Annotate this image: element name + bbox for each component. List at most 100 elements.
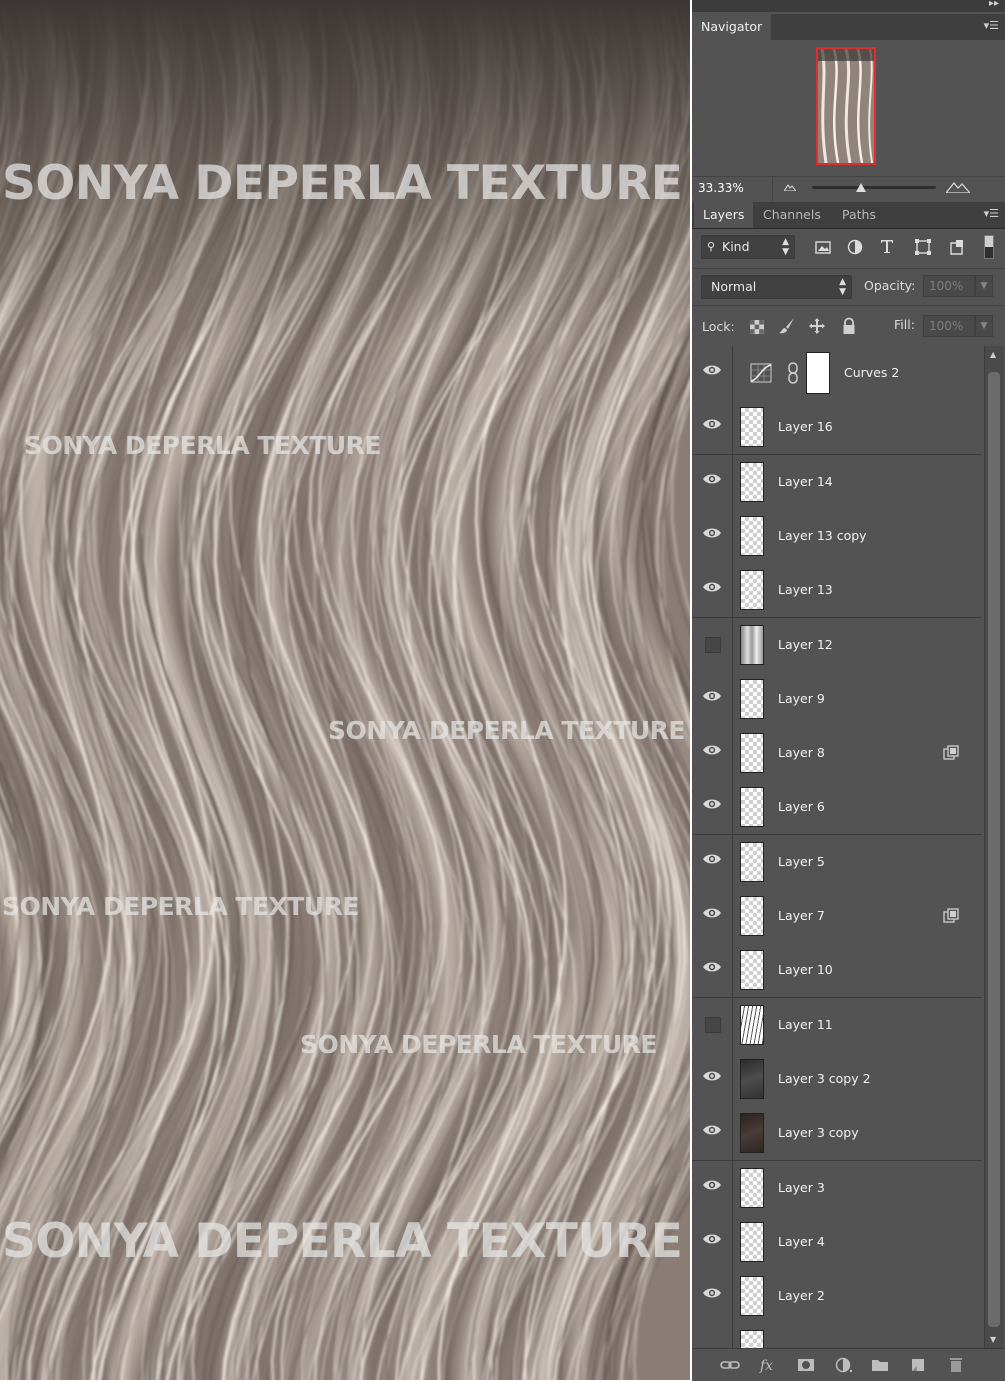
hidden-visibility-box[interactable] bbox=[705, 637, 721, 653]
layer-thumbnail[interactable] bbox=[740, 1168, 764, 1208]
lock-image-pixels-icon[interactable] bbox=[778, 317, 796, 335]
visibility-cell[interactable] bbox=[692, 835, 733, 889]
tab-navigator[interactable]: Navigator bbox=[692, 14, 772, 40]
visibility-cell[interactable] bbox=[692, 563, 733, 617]
layer-thumbnail[interactable] bbox=[740, 787, 764, 827]
layer-row[interactable]: Layer 7 bbox=[692, 889, 982, 944]
eye-icon[interactable] bbox=[702, 689, 722, 706]
layer-name[interactable]: Layer 5 bbox=[778, 854, 825, 869]
layer-row[interactable]: Layer 9 bbox=[692, 672, 982, 727]
filter-type-layers-icon[interactable] bbox=[878, 237, 896, 255]
zoom-slider-handle[interactable] bbox=[856, 183, 866, 192]
opacity-dropdown-icon[interactable]: ▼ bbox=[975, 275, 993, 297]
eye-icon[interactable] bbox=[702, 1178, 722, 1195]
collapse-panels-icon[interactable]: ▸▸ bbox=[989, 0, 999, 9]
eye-icon[interactable] bbox=[702, 1286, 722, 1303]
layer-thumbnail[interactable] bbox=[740, 625, 764, 665]
layer-row[interactable]: Layer 3 bbox=[692, 1161, 982, 1216]
scrollbar-thumb[interactable] bbox=[988, 372, 1000, 1327]
visibility-cell[interactable] bbox=[692, 1161, 733, 1215]
layer-row-partial[interactable] bbox=[692, 1323, 982, 1348]
visibility-cell[interactable] bbox=[692, 1215, 733, 1269]
layer-thumbnail[interactable] bbox=[740, 1005, 764, 1045]
layer-row[interactable]: Layer 13 copy bbox=[692, 509, 982, 564]
lock-all-icon[interactable] bbox=[840, 317, 858, 335]
eye-icon[interactable] bbox=[702, 472, 722, 489]
visibility-cell[interactable] bbox=[692, 1106, 733, 1160]
visibility-cell[interactable] bbox=[692, 726, 733, 780]
zoom-in-icon[interactable] bbox=[946, 181, 970, 193]
layer-thumbnail[interactable] bbox=[740, 1113, 764, 1153]
tab-channels[interactable]: Channels bbox=[754, 202, 830, 228]
layer-list-scrollbar[interactable]: ▲ ▼ bbox=[984, 346, 1004, 1348]
visibility-cell[interactable] bbox=[692, 1052, 733, 1106]
layer-row[interactable]: Layer 3 copy 2 bbox=[692, 1052, 982, 1107]
layer-name[interactable]: Curves 2 bbox=[844, 365, 899, 380]
layer-thumbnail[interactable] bbox=[740, 462, 764, 502]
layer-name[interactable]: Layer 12 bbox=[778, 637, 833, 652]
layer-thumbnail[interactable] bbox=[740, 842, 764, 882]
layer-name[interactable]: Layer 8 bbox=[778, 745, 825, 760]
layer-thumbnail[interactable] bbox=[740, 407, 764, 447]
layer-name[interactable]: Layer 3 copy 2 bbox=[778, 1071, 871, 1086]
visibility-cell[interactable] bbox=[692, 998, 733, 1052]
new-adjustment-layer-icon[interactable] bbox=[834, 1356, 854, 1374]
layer-mask-thumbnail[interactable] bbox=[806, 352, 830, 394]
eye-icon[interactable] bbox=[702, 417, 722, 434]
visibility-cell[interactable] bbox=[692, 672, 733, 726]
eye-icon[interactable] bbox=[702, 1123, 722, 1140]
lock-position-icon[interactable] bbox=[808, 317, 826, 335]
layer-thumbnail[interactable] bbox=[740, 1330, 764, 1348]
layer-row[interactable]: Layer 2 bbox=[692, 1269, 982, 1324]
layer-name[interactable]: Layer 2 bbox=[778, 1288, 825, 1303]
fill-dropdown-icon[interactable]: ▼ bbox=[975, 315, 993, 337]
layer-row[interactable]: Layer 10 bbox=[692, 943, 982, 998]
fill-field[interactable]: 100% bbox=[923, 315, 975, 337]
layer-row[interactable]: Layer 5 bbox=[692, 835, 982, 890]
zoom-out-icon[interactable] bbox=[784, 183, 796, 191]
navigator-view-box[interactable] bbox=[816, 47, 876, 165]
layer-row[interactable]: Layer 14 bbox=[692, 455, 982, 510]
layer-thumbnail[interactable] bbox=[740, 516, 764, 556]
layer-row[interactable]: Layer 6 bbox=[692, 780, 982, 835]
layer-thumbnail[interactable] bbox=[740, 679, 764, 719]
add-layer-mask-icon[interactable] bbox=[796, 1356, 816, 1374]
layer-name[interactable]: Layer 10 bbox=[778, 962, 833, 977]
lock-transparent-pixels-icon[interactable] bbox=[748, 318, 766, 336]
layer-name[interactable]: Layer 14 bbox=[778, 474, 833, 489]
layer-name[interactable]: Layer 13 bbox=[778, 582, 833, 597]
panel-menu-icon[interactable]: ▾☰ bbox=[984, 19, 999, 32]
tab-layers[interactable]: Layers bbox=[694, 202, 754, 228]
eye-icon[interactable] bbox=[702, 580, 722, 597]
layer-name[interactable]: Layer 9 bbox=[778, 691, 825, 706]
layer-thumbnail[interactable] bbox=[740, 896, 764, 936]
tab-paths[interactable]: Paths bbox=[833, 202, 885, 228]
layer-row[interactable]: Layer 11 bbox=[692, 998, 982, 1053]
filter-kind-select[interactable]: ⚲ Kind ▲ ▼ bbox=[701, 235, 795, 259]
visibility-cell[interactable] bbox=[692, 509, 733, 563]
layer-row[interactable]: Layer 8 bbox=[692, 726, 982, 781]
hidden-visibility-box[interactable] bbox=[705, 1017, 721, 1033]
layer-name[interactable]: Layer 13 copy bbox=[778, 528, 867, 543]
scroll-down-icon[interactable]: ▼ bbox=[990, 1335, 996, 1344]
layer-name[interactable]: Layer 16 bbox=[778, 419, 833, 434]
layer-row[interactable]: Layer 16 bbox=[692, 400, 982, 455]
layer-row[interactable]: Layer 3 copy bbox=[692, 1106, 982, 1161]
visibility-cell[interactable] bbox=[692, 400, 733, 454]
scroll-up-icon[interactable]: ▲ bbox=[990, 350, 996, 359]
eye-icon[interactable] bbox=[702, 852, 722, 869]
filter-pixel-layers-icon[interactable] bbox=[814, 238, 832, 256]
visibility-cell[interactable] bbox=[692, 780, 733, 834]
visibility-cell[interactable] bbox=[692, 1269, 733, 1323]
layer-name[interactable]: Layer 3 bbox=[778, 1180, 825, 1195]
layers-panel-menu-icon[interactable]: ▾☰ bbox=[984, 207, 999, 220]
layer-row[interactable]: Curves 2 bbox=[692, 346, 982, 401]
new-layer-icon[interactable] bbox=[908, 1356, 928, 1374]
visibility-cell[interactable] bbox=[692, 455, 733, 509]
document-canvas[interactable]: SONYA DEPERLA TEXTURE SONYA DEPERLA TEXT… bbox=[0, 0, 690, 1380]
layer-row[interactable]: Layer 13 bbox=[692, 563, 982, 618]
eye-icon[interactable] bbox=[702, 1232, 722, 1249]
eye-icon[interactable] bbox=[702, 743, 722, 760]
visibility-cell[interactable] bbox=[692, 618, 733, 672]
filter-toggle-switch[interactable] bbox=[984, 235, 994, 259]
